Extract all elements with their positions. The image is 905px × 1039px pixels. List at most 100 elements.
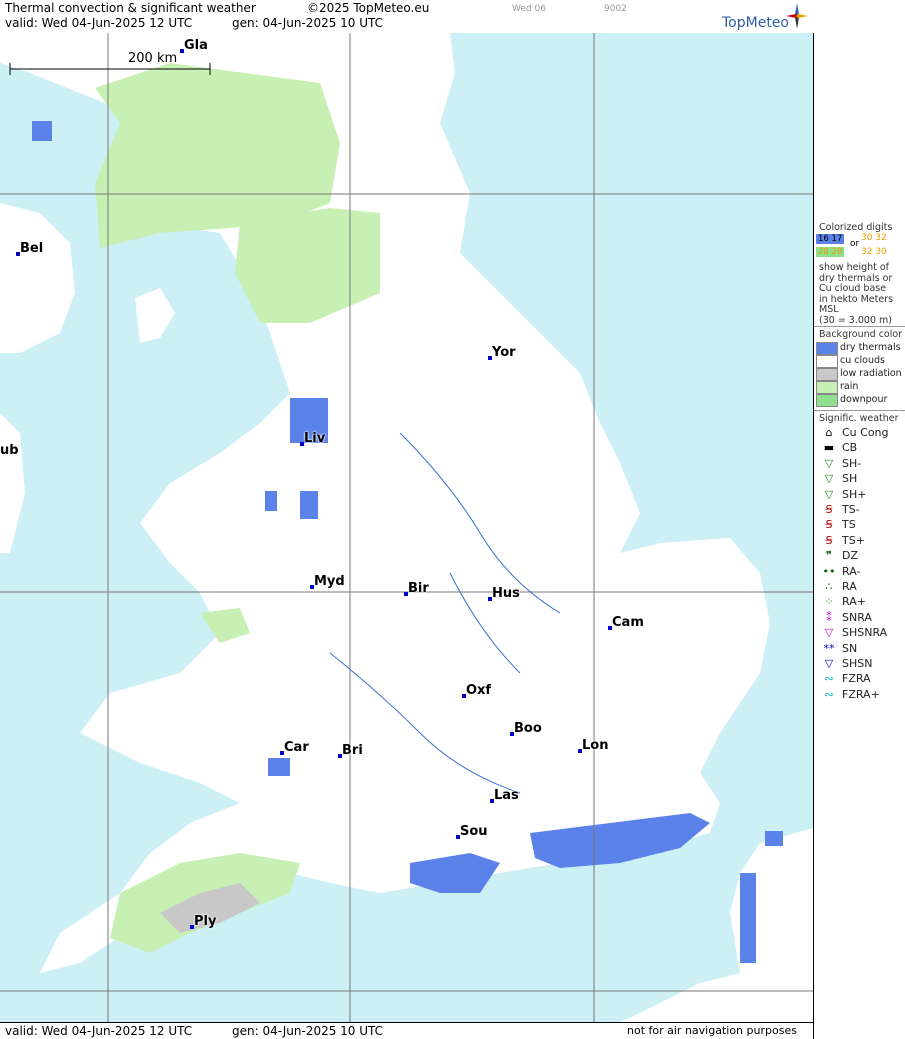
scale-label: 200 km <box>128 51 178 66</box>
legend-digits-green: 28 28 <box>816 247 845 257</box>
dry-thermal-area-4 <box>300 491 318 519</box>
legend-wx-symbol-icon: ❞ <box>826 549 832 563</box>
city-marker <box>490 799 494 803</box>
city-label: Hus <box>492 586 520 601</box>
legend-wx-symbol-icon: ∾ <box>824 672 834 686</box>
legend-wx-label: SHSNRA <box>842 626 888 640</box>
legend-desc-line: MSL <box>819 304 839 315</box>
legend-bg-label: cu clouds <box>840 355 885 366</box>
legend-desc-line: Cu cloud base <box>819 283 887 294</box>
legend-bg-label: downpour <box>840 394 888 405</box>
weather-map[interactable]: 200 km Gla Bel Yor Liv ub Myd Bir Hus Cam Oxf Boo L… <box>0 33 814 1022</box>
copyright: ©2025 TopMeteo.eu <box>307 1 430 15</box>
city-marker <box>456 835 460 839</box>
legend-wx-symbol-icon: •• <box>822 564 836 578</box>
city-label: Bel <box>20 241 44 256</box>
dry-thermal-area-5 <box>268 758 290 776</box>
city-label: Car <box>284 740 309 755</box>
city-marker <box>608 626 612 630</box>
legend-wx-symbol-icon: Ꞩ <box>825 533 833 547</box>
legend-panel: Colorized digits 16 17 28 28 or 30 32 32… <box>814 222 905 701</box>
dry-thermal-area-france-2 <box>765 831 783 846</box>
footer-generated-time: gen: 04-Jun-2025 10 UTC <box>232 1024 384 1038</box>
legend-wx-label: DZ <box>842 549 859 563</box>
compass-logo-icon <box>786 3 808 29</box>
city-label: Oxf <box>466 683 492 698</box>
city-marker <box>488 597 492 601</box>
legend-wx-symbol-icon: ▽ <box>824 456 834 470</box>
city-marker <box>180 49 184 53</box>
city-marker <box>462 694 466 698</box>
legend-wx-label: RA- <box>842 564 861 578</box>
legend-bg-swatch <box>816 381 838 394</box>
legend-wx-label: SH- <box>842 456 862 470</box>
footer-valid-time: valid: Wed 04-Jun-2025 12 UTC <box>5 1024 193 1038</box>
legend-digits-orange-2: 32 30 <box>861 247 887 257</box>
city-marker <box>16 252 20 256</box>
legend-wx-label: SNRA <box>842 610 872 624</box>
city-label: Myd <box>314 574 345 589</box>
city-label: Bri <box>342 743 363 758</box>
city-label: Lon <box>582 738 609 753</box>
legend-wx-symbol-icon: ∾ <box>824 687 834 701</box>
legend-colorized-title: Colorized digits <box>819 222 893 233</box>
legend-wx-symbol-icon: ∴ <box>825 580 833 593</box>
legend-wx-label: CB <box>842 441 858 455</box>
legend-wx-label: Cu Cong <box>842 426 889 439</box>
city-label: Sou <box>460 824 488 839</box>
legend-digits-blue: 16 17 <box>816 234 845 244</box>
legend-wx-label: RA <box>842 580 857 593</box>
valid-time: valid: Wed 04-Jun-2025 12 UTC <box>5 16 193 30</box>
city-marker <box>338 754 342 758</box>
city-marker <box>280 751 284 755</box>
ireland-west-land <box>0 413 25 553</box>
legend-wx-symbol-icon: ▬ <box>823 441 835 455</box>
legend-wx-symbol-icon: ⌂ <box>825 426 833 439</box>
legend-wx-label: FZRA+ <box>842 687 880 701</box>
legend-wx-symbol-icon: ⁑ <box>826 610 832 624</box>
legend-bg-swatch <box>816 368 838 381</box>
legend-or: or <box>850 239 860 249</box>
run-code: 9002 <box>604 4 627 14</box>
legend-bg-label: low radiation <box>840 368 902 379</box>
legend-bg-swatch <box>816 342 838 355</box>
legend-wx-symbol-icon: Ꞩ <box>825 518 833 532</box>
city-marker <box>404 592 408 596</box>
city-label: Boo <box>514 721 542 736</box>
city-marker <box>310 585 314 589</box>
legend-wx-label: RA+ <box>842 595 866 609</box>
legend-bg-swatch <box>816 394 838 407</box>
day-tab[interactable]: Wed 06 <box>512 4 546 14</box>
legend-bg-swatch <box>816 355 838 368</box>
isle-of-man-land <box>135 288 175 343</box>
legend-wx-symbol-icon: ** <box>823 641 835 655</box>
legend-wx-label: SN <box>842 641 858 655</box>
france-land <box>620 828 813 1022</box>
legend-wx-label: SH+ <box>842 487 867 501</box>
legend-bg-title: Background color <box>819 329 903 340</box>
legend-desc-line: show height of <box>819 262 890 273</box>
city-label: Ply <box>194 914 217 929</box>
map-footer: valid: Wed 04-Jun-2025 12 UTC gen: 04-Ju… <box>0 1022 814 1039</box>
map-title: Thermal convection & significant weather <box>5 1 256 15</box>
city-label: Las <box>494 788 519 803</box>
city-marker <box>510 732 514 736</box>
legend-bg-label: dry thermals <box>840 342 901 353</box>
generated-time: gen: 04-Jun-2025 10 UTC <box>232 16 384 30</box>
legend-wx-label: TS- <box>842 503 860 516</box>
city-label: Cam <box>612 615 644 630</box>
city-label: Yor <box>492 345 516 360</box>
legend-wx-symbol-icon: ▽ <box>824 472 834 486</box>
dry-thermal-area-1 <box>32 121 52 141</box>
city-label: Gla <box>184 38 208 53</box>
map-header: Thermal convection & significant weather… <box>0 0 813 34</box>
city-marker <box>578 749 582 753</box>
legend-wx-label: SHSN <box>842 657 873 670</box>
city-label: ub <box>0 443 19 458</box>
city-label: Bir <box>408 581 429 596</box>
city-marker <box>190 925 194 929</box>
legend-desc-line: dry thermals or <box>819 272 893 284</box>
legend-desc-line: in hekto Meters <box>819 293 894 305</box>
city-marker <box>300 442 304 446</box>
northern-ireland-land <box>0 203 75 353</box>
